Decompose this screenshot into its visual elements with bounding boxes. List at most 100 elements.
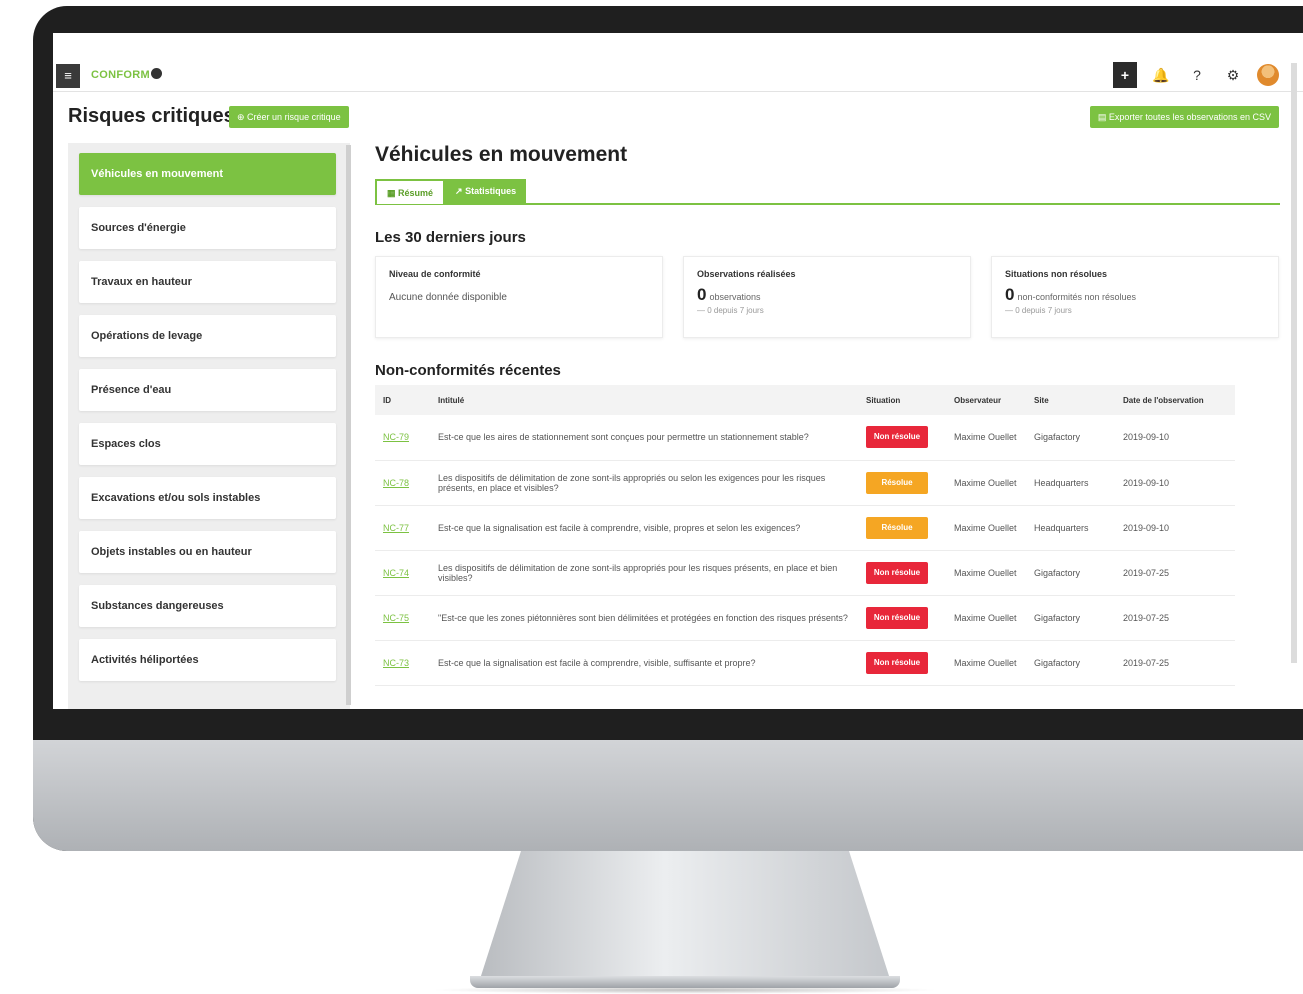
nc-date-cell: 2019-07-25 xyxy=(1115,595,1235,641)
nc-date-cell: 2019-09-10 xyxy=(1115,505,1235,551)
nc-title-cell: Les dispositifs de délimitation de zone … xyxy=(430,460,858,506)
nc-site-cell: Headquarters xyxy=(1026,460,1115,506)
col-date[interactable]: Date de l'observation xyxy=(1115,385,1235,415)
nc-id-link[interactable]: NC-74 xyxy=(383,568,409,578)
nc-id-link[interactable]: NC-73 xyxy=(383,658,409,668)
card-text: Aucune donnée disponible xyxy=(389,292,507,303)
app-screen: ≡ CONFORM + 🔔 ? ⚙ Risques critiques ⊕ Cr… xyxy=(53,33,1303,709)
nc-observer-cell: Maxime Ouellet xyxy=(946,640,1026,686)
avatar[interactable] xyxy=(1257,64,1279,86)
nc-id-link[interactable]: NC-79 xyxy=(383,432,409,442)
table-row[interactable]: NC-73 Est-ce que la signalisation est fac… xyxy=(375,640,1235,686)
tab-statistics[interactable]: ↗ Statistiques xyxy=(445,179,527,204)
monitor-stand xyxy=(480,851,890,979)
status-badge: Non résolue xyxy=(866,606,928,629)
card-label: Niveau de conformité xyxy=(389,269,481,279)
help-icon[interactable]: ? xyxy=(1185,62,1209,88)
nc-date-cell: 2019-09-10 xyxy=(1115,415,1235,461)
page-title: Risques critiques xyxy=(68,105,235,127)
brand-name: CONFORM xyxy=(91,69,150,81)
card-unit: non-conformités non résolues xyxy=(1017,292,1137,302)
col-status[interactable]: Situation xyxy=(858,385,946,415)
sidebar-item-excavations[interactable]: Excavations et/ou sols instables xyxy=(79,477,336,519)
nc-title-cell: "Est-ce que les zones piétonnières sont … xyxy=(430,595,858,641)
nc-id-link[interactable]: NC-78 xyxy=(383,478,409,488)
nc-status-cell: Résolue xyxy=(858,460,946,506)
table-row[interactable]: NC-79 Est-ce que les aires de stationneme… xyxy=(375,415,1235,461)
create-critical-risk-button[interactable]: ⊕ Créer un risque critique xyxy=(229,106,349,128)
col-site[interactable]: Site xyxy=(1026,385,1115,415)
main-scrollbar[interactable] xyxy=(1291,63,1297,663)
sidebar-item-lifting[interactable]: Opérations de levage xyxy=(79,315,336,357)
card-delta: — 0 depuis 7 jours xyxy=(697,306,764,315)
nc-site-cell: Gigafactory xyxy=(1026,595,1115,641)
nc-site-cell: Gigafactory xyxy=(1026,550,1115,596)
nc-table: ID Intitulé Situation Observateur Site D… xyxy=(375,385,1235,686)
bell-icon[interactable]: 🔔 xyxy=(1149,62,1173,88)
col-observer[interactable]: Observateur xyxy=(946,385,1026,415)
col-title[interactable]: Intitulé xyxy=(430,385,858,415)
card-value: 0 observations xyxy=(697,285,957,305)
nc-date-cell: 2019-07-25 xyxy=(1115,550,1235,596)
nc-id-cell: NC-74 xyxy=(375,550,430,596)
nc-observer-cell: Maxime Ouellet xyxy=(946,505,1026,551)
plus-icon[interactable]: + xyxy=(1113,62,1137,88)
table-row[interactable]: NC-75 "Est-ce que les zones piétonnières … xyxy=(375,595,1235,641)
brand-logo[interactable]: CONFORM xyxy=(91,68,162,81)
nc-id-cell: NC-75 xyxy=(375,595,430,641)
nc-site-cell: Headquarters xyxy=(1026,505,1115,551)
brand-logo-mark xyxy=(150,68,162,79)
nc-id-link[interactable]: NC-75 xyxy=(383,613,409,623)
recent-nc-title: Non-conformités récentes xyxy=(375,362,561,379)
sidebar-item-height-work[interactable]: Travaux en hauteur xyxy=(79,261,336,303)
sidebar-item-confined[interactable]: Espaces clos xyxy=(79,423,336,465)
sidebar-item-heliport[interactable]: Activités héliportées xyxy=(79,639,336,681)
table-row[interactable]: NC-74 Les dispositifs de délimitation de … xyxy=(375,550,1235,596)
monitor-chin xyxy=(33,740,1303,851)
nc-site-cell: Gigafactory xyxy=(1026,415,1115,461)
gear-icon[interactable]: ⚙ xyxy=(1221,62,1245,88)
status-badge: Non résolue xyxy=(866,561,928,584)
col-id[interactable]: ID xyxy=(375,385,430,415)
status-badge: Résolue xyxy=(866,471,928,494)
top-bar: ≡ CONFORM + 🔔 ? ⚙ xyxy=(53,60,1303,92)
period-title: Les 30 derniers jours xyxy=(375,229,526,246)
nc-status-cell: Non résolue xyxy=(858,550,946,596)
sidebar-item-hazardous[interactable]: Substances dangereuses xyxy=(79,585,336,627)
nc-observer-cell: Maxime Ouellet xyxy=(946,550,1026,596)
sidebar-item-unstable-objects[interactable]: Objets instables ou en hauteur xyxy=(79,531,336,573)
sidebar-item-water[interactable]: Présence d'eau xyxy=(79,369,336,411)
sidebar-item-vehicles[interactable]: Véhicules en mouvement xyxy=(79,153,336,195)
nc-title-cell: Les dispositifs de délimitation de zone … xyxy=(430,550,858,596)
card-number: 0 xyxy=(697,285,707,304)
nc-id-cell: NC-77 xyxy=(375,505,430,551)
nc-observer-cell: Maxime Ouellet xyxy=(946,415,1026,461)
card-value: 0 non-conformités non résolues xyxy=(1005,285,1265,305)
nc-date-cell: 2019-09-10 xyxy=(1115,460,1235,506)
table-header-row: ID Intitulé Situation Observateur Site D… xyxy=(375,385,1235,415)
nc-status-cell: Résolue xyxy=(858,505,946,551)
export-csv-button[interactable]: ▤ Exporter toutes les observations en CS… xyxy=(1089,106,1279,128)
sidebar-item-energy[interactable]: Sources d'énergie xyxy=(79,207,336,249)
sidebar-scrollbar[interactable] xyxy=(346,145,351,705)
nc-observer-cell: Maxime Ouellet xyxy=(946,595,1026,641)
card-delta: — 0 depuis 7 jours xyxy=(1005,306,1072,315)
table-row[interactable]: NC-78 Les dispositifs de délimitation de … xyxy=(375,460,1235,506)
tab-summary[interactable]: ▦ Résumé xyxy=(375,179,446,204)
table-body: NC-79 Est-ce que les aires de stationneme… xyxy=(375,415,1235,686)
tab-bar: ▦ Résumé ↗ Statistiques xyxy=(375,179,1280,205)
nc-status-cell: Non résolue xyxy=(858,640,946,686)
card-number: 0 xyxy=(1005,285,1015,304)
menu-icon[interactable]: ≡ xyxy=(56,64,80,88)
unresolved-card: Situations non résolues 0 non-conformités… xyxy=(991,256,1279,338)
status-badge: Non résolue xyxy=(866,651,928,674)
risk-title: Véhicules en mouvement xyxy=(375,143,628,166)
nc-status-cell: Non résolue xyxy=(858,415,946,461)
table-row[interactable]: NC-77 Est-ce que la signalisation est fac… xyxy=(375,505,1235,551)
tab-summary-label: Résumé xyxy=(398,188,434,198)
main-content: Véhicules en mouvement ▦ Résumé ↗ Statis… xyxy=(375,143,1280,686)
export-button-label: Exporter toutes les observations en CSV xyxy=(1108,112,1271,122)
nc-id-cell: NC-78 xyxy=(375,460,430,506)
status-badge: Non résolue xyxy=(866,426,928,449)
nc-id-link[interactable]: NC-77 xyxy=(383,523,409,533)
